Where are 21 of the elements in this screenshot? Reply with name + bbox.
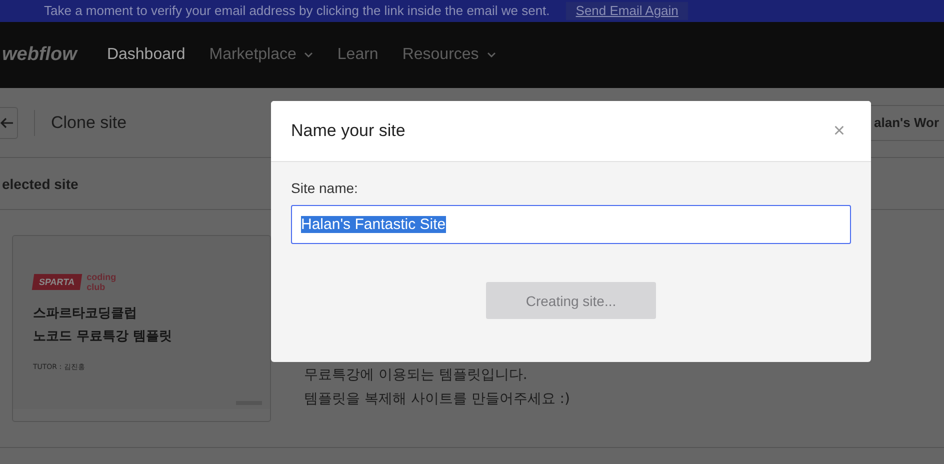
logo[interactable]: webflow bbox=[2, 44, 77, 66]
thumbnail-heading: 노코드 무료특강 템플릿 bbox=[33, 328, 174, 346]
nav-item[interactable]: Dashboard bbox=[106, 46, 186, 64]
nav-item[interactable]: Marketplace bbox=[209, 46, 314, 64]
banner-message: Take a moment to verify your email address by clicking the link inside the email we sent. bbox=[44, 3, 550, 19]
workspace-button[interactable]: alan's Wor bbox=[868, 104, 944, 140]
section-title: elected site bbox=[2, 176, 78, 192]
page-title: Clone site bbox=[51, 112, 127, 132]
close-button[interactable]: × bbox=[827, 120, 851, 142]
field-label: Site name: bbox=[291, 180, 359, 196]
brand-logo: SPARTA bbox=[32, 274, 82, 290]
nav-item[interactable]: Learn bbox=[337, 46, 378, 64]
send-email-link[interactable]: Send Email Again bbox=[566, 2, 688, 20]
nav-item[interactable]: Resources bbox=[402, 46, 496, 64]
description-line: 무료특강에 이용되는 템플릿입니다. bbox=[304, 366, 528, 385]
thumbnail-heading: 스파르타코딩클럽 bbox=[33, 305, 138, 323]
dialog-title: Name your site bbox=[291, 121, 406, 141]
brand-tagline: coding club bbox=[86, 272, 118, 292]
back-arrow-icon bbox=[0, 116, 14, 128]
description-line: 템플릿을 복제해 사이트를 만들어주세요 :) bbox=[304, 390, 570, 409]
site-name-field[interactable]: Halan's Fantastic Site bbox=[291, 205, 851, 244]
